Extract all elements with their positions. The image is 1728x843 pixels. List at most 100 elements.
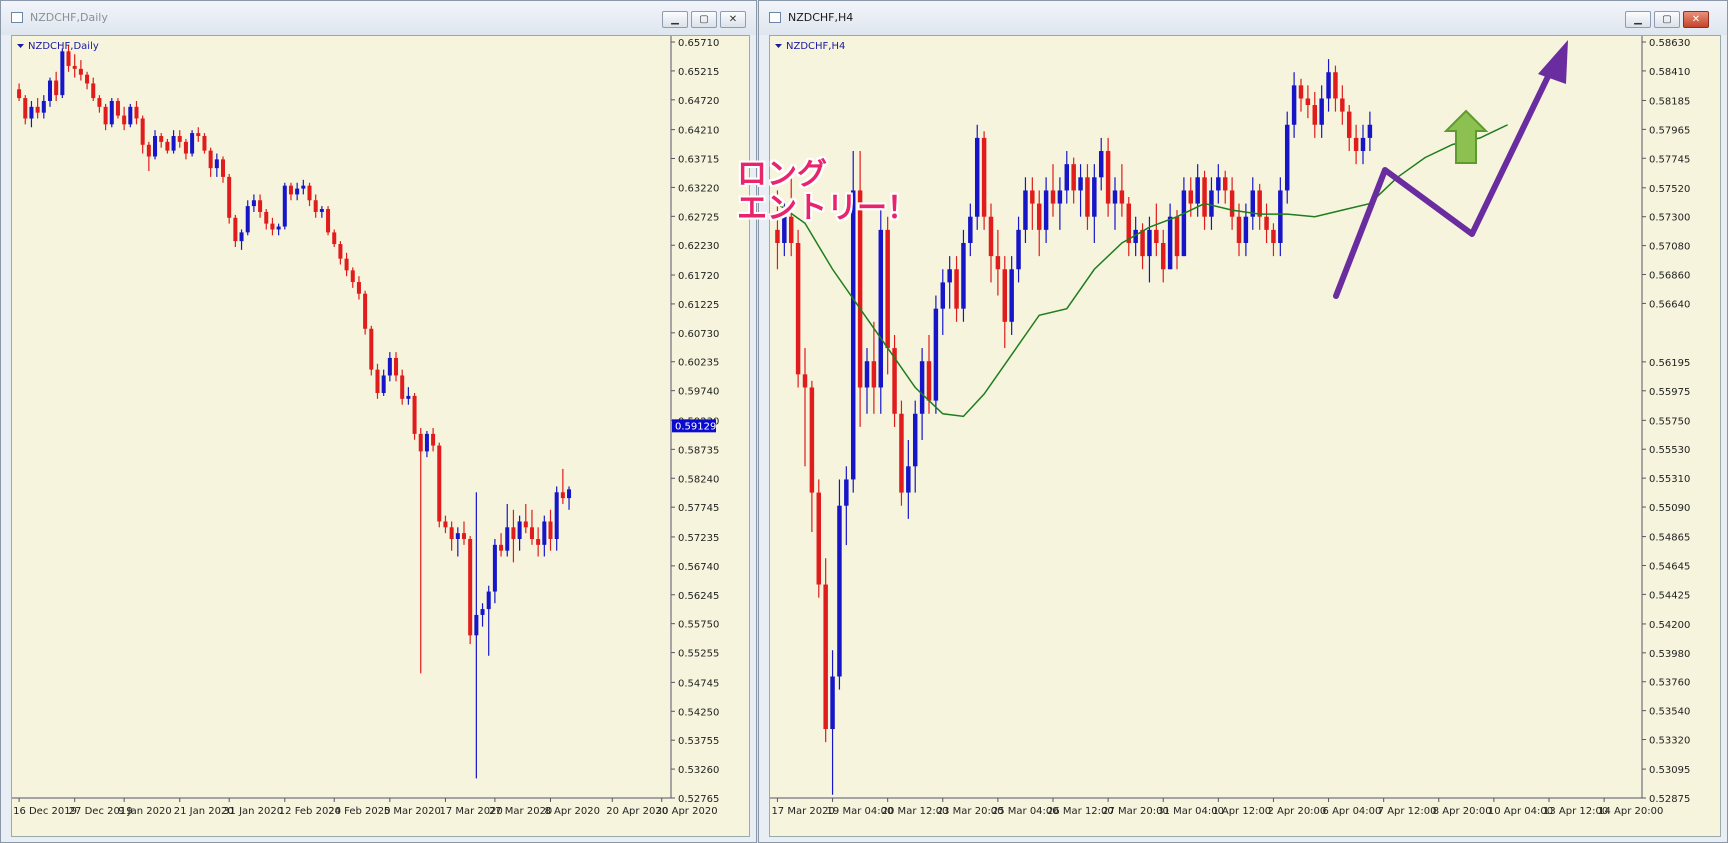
bull-candle <box>1284 124 1290 191</box>
bull-candle <box>381 375 386 393</box>
bear-candle <box>461 533 467 539</box>
h4-chart-area[interactable]: NZDCHF,H4 0.58630 0.58410 0.58185 0.57965 0.5… <box>769 35 1721 837</box>
bull-candle <box>1057 190 1063 204</box>
bull-candle <box>29 106 34 119</box>
y-tick-label: 0.53320 <box>1649 736 1690 747</box>
close-button[interactable]: ✕ <box>720 11 746 28</box>
bear-candle <box>258 200 263 212</box>
close-icon: ✕ <box>728 14 738 25</box>
bear-candle <box>1236 216 1242 243</box>
bear-candle <box>85 74 90 84</box>
maximize-button[interactable]: ▢ <box>691 11 717 28</box>
bull-candle <box>455 533 460 539</box>
bear-candle <box>511 527 516 539</box>
y-tick-label: 0.55975 <box>1649 387 1690 398</box>
bull-candle <box>424 433 429 452</box>
bear-candle <box>1202 177 1207 217</box>
y-tick-label: 0.54200 <box>1649 620 1690 631</box>
bear-candle <box>468 538 473 636</box>
bull-candle <box>1078 177 1083 191</box>
bear-candle <box>369 328 374 370</box>
bull-candle <box>505 527 510 551</box>
y-tick-label: 0.57965 <box>1649 125 1690 136</box>
bull-candle <box>947 269 952 283</box>
chart-symbol-label: NZDCHF,H4 <box>786 41 845 52</box>
bear-candle <box>227 176 232 218</box>
bear-candle <box>91 83 96 99</box>
bull-candle <box>214 159 219 169</box>
close-button[interactable]: ✕ <box>1683 11 1709 28</box>
bear-candle <box>1222 177 1228 191</box>
daily-chart-area[interactable]: NZDCHF,Daily 0.65710 0.65215 0.64720 0.64210… <box>11 35 750 837</box>
bull-candle <box>1326 72 1331 99</box>
bear-candle <box>981 137 987 217</box>
bull-candle <box>567 489 572 499</box>
bear-candle <box>140 118 145 145</box>
y-tick-label: 0.58240 <box>678 474 719 485</box>
y-tick-label: 0.56640 <box>1649 299 1690 310</box>
bear-candle <box>400 375 405 399</box>
bull-candle <box>1278 190 1283 243</box>
x-tick-label: 24 Feb 2020 <box>328 806 390 817</box>
window-icon <box>11 12 23 23</box>
bull-candle <box>933 308 939 401</box>
restore-icon: ▢ <box>1662 14 1672 25</box>
bull-candle <box>474 614 479 636</box>
daily-window-titlebar[interactable]: NZDCHF,Daily ▁ ▢ ✕ <box>1 1 756 35</box>
bear-candle <box>54 80 59 96</box>
bear-candle <box>1305 98 1311 106</box>
h4-window-title: NZDCHF,H4 <box>788 11 854 24</box>
bear-candle <box>233 217 238 242</box>
bull-candle <box>1291 85 1297 125</box>
maximize-button[interactable]: ▢ <box>1654 11 1680 28</box>
bull-candle <box>1112 190 1118 204</box>
bull-candle <box>554 492 559 539</box>
bull-candle <box>837 505 842 677</box>
bear-candle <box>159 136 164 142</box>
y-tick-label: 0.58630 <box>1649 38 1690 49</box>
bear-candle <box>1257 190 1262 217</box>
x-tick-label: 30 Apr 2020 <box>656 806 718 817</box>
y-tick-label: 0.62725 <box>678 212 719 223</box>
bull-candle <box>906 466 911 493</box>
y-tick-label: 0.57520 <box>1649 184 1690 195</box>
y-tick-label: 0.53260 <box>678 765 719 776</box>
y-tick-label: 0.65710 <box>678 38 719 49</box>
bear-candle <box>202 136 207 151</box>
bear-candle <box>264 211 269 224</box>
y-tick-label: 0.53755 <box>678 736 719 747</box>
callout-line-2: エントリー！ <box>737 191 917 226</box>
bear-candle <box>1229 190 1235 217</box>
bear-candle <box>307 185 312 201</box>
bull-candle <box>844 479 849 506</box>
minimize-button[interactable]: ▁ <box>1625 11 1651 28</box>
x-tick-label: 6 Apr 04:00 <box>1323 806 1382 817</box>
bear-candle <box>288 185 293 195</box>
bull-candle <box>1195 177 1200 204</box>
minimize-button[interactable]: ▁ <box>662 11 688 28</box>
bull-candle <box>1147 229 1152 257</box>
x-tick-label: 1 Apr 12:00 <box>1212 806 1271 817</box>
bear-candle <box>270 223 275 230</box>
bear-candle <box>78 68 83 75</box>
bull-candle <box>319 209 324 212</box>
daily-chart-window[interactable]: NZDCHF,Daily ▁ ▢ ✕ NZDCHF,Daily 0.65710 0.… <box>0 0 757 843</box>
y-tick-label: 0.63220 <box>678 183 719 194</box>
h4-window-titlebar[interactable]: NZDCHF,H4 ▁ ▢ ✕ <box>759 1 1727 35</box>
minimize-icon: ▁ <box>1634 14 1642 25</box>
bull-candle <box>406 395 411 399</box>
bear-candle <box>437 445 442 522</box>
bull-candle <box>542 521 547 545</box>
bear-candle <box>775 229 780 243</box>
x-tick-label: 27 Mar 2020 <box>489 806 552 817</box>
bear-candle <box>326 209 331 233</box>
x-tick-label: 7 Apr 12:00 <box>1378 806 1437 817</box>
minimize-icon: ▁ <box>671 14 679 25</box>
h4-chart-window[interactable]: NZDCHF,H4 ▁ ▢ ✕ NZDCHF,H4 0.58630 0.58410 0… <box>758 0 1728 843</box>
bear-candle <box>1126 203 1132 243</box>
x-tick-label: 17 Mar 2020 <box>771 806 834 817</box>
bear-candle <box>165 141 170 151</box>
bear-candle <box>35 106 40 113</box>
bear-candle <box>995 256 1001 270</box>
y-tick-label: 0.59740 <box>678 387 719 398</box>
